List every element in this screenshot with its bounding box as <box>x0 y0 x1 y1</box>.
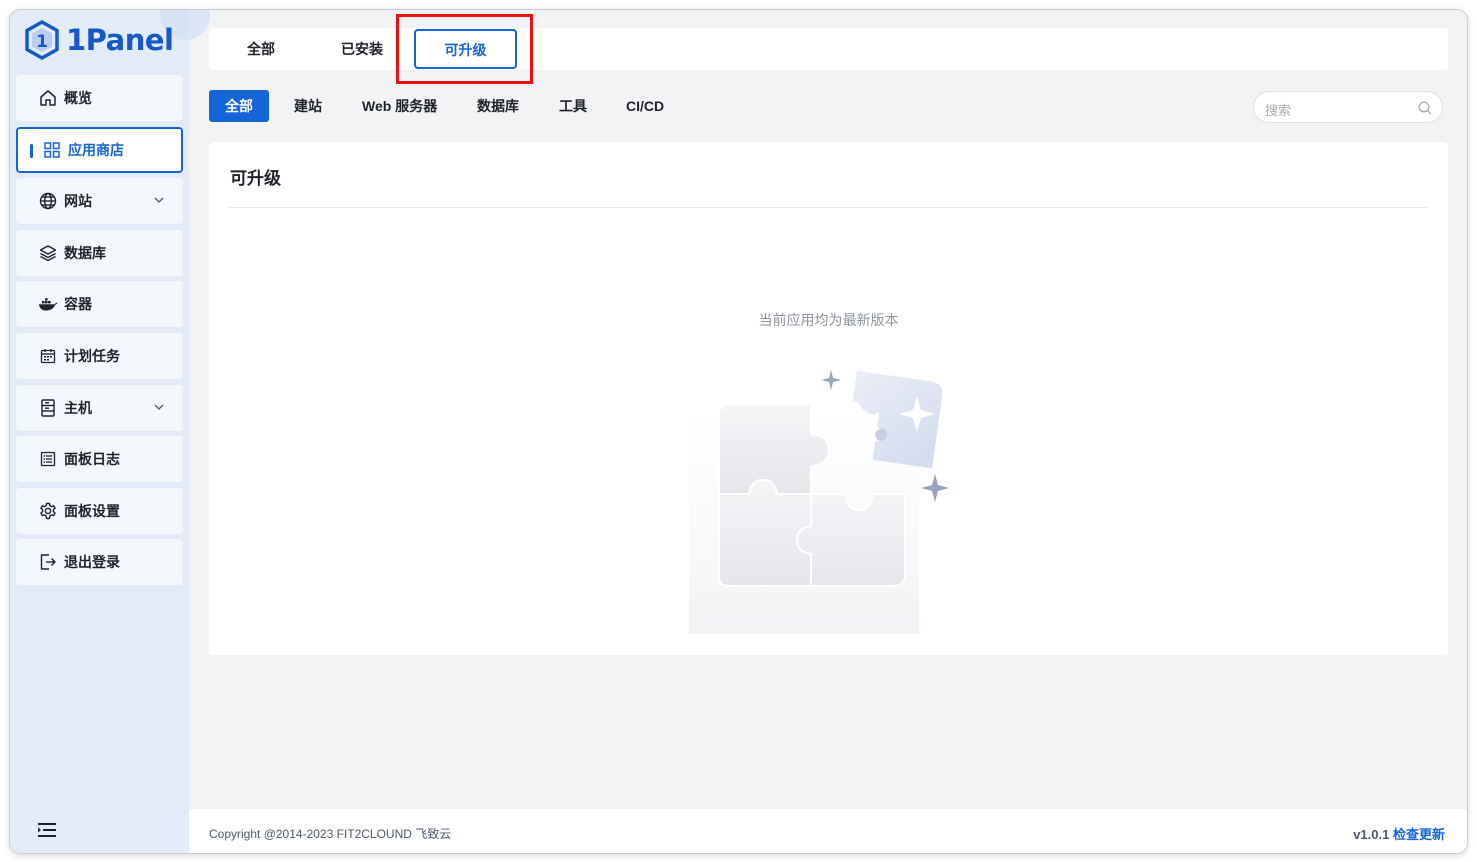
category-tab-cicd[interactable]: CI/CD <box>626 90 664 122</box>
sidebar-item-label: 容器 <box>64 296 92 313</box>
sidebar-item-label: 主机 <box>64 399 92 416</box>
category-tab-database[interactable]: 数据库 <box>477 90 519 122</box>
sidebar-item-logout[interactable]: 退出登录 <box>16 539 183 586</box>
globe-icon <box>38 191 58 211</box>
logout-icon <box>38 552 58 572</box>
sidebar-item-label: 数据库 <box>64 244 106 261</box>
sidebar-item-websites[interactable]: 网站 <box>16 178 183 225</box>
sidebar-item-label: 网站 <box>64 193 92 210</box>
sidebar-item-host[interactable]: 主机 <box>16 384 183 431</box>
category-tab-all[interactable]: 全部 <box>209 90 269 122</box>
version-info: v1.0.1 检查更新 <box>1353 824 1445 843</box>
sidebar: 1 1Panel 概览 应用商店 网站 数据库 容器 计划任务 主机 面板日志 … <box>10 10 210 853</box>
version-number: v1.0.1 <box>1353 827 1390 842</box>
category-tab-website[interactable]: 建站 <box>294 90 322 122</box>
tab-all[interactable]: 全部 <box>233 28 289 70</box>
docker-icon <box>38 294 58 314</box>
sidebar-item-label: 计划任务 <box>64 347 120 364</box>
log-icon <box>38 449 58 469</box>
sidebar-item-label: 退出登录 <box>64 554 120 571</box>
category-tab-tools[interactable]: 工具 <box>559 90 587 122</box>
category-tab-web-server[interactable]: Web 服务器 <box>362 90 437 122</box>
footer: Copyright @2014-2023 FIT2CLOUND 飞致云 v1.0… <box>189 808 1467 853</box>
sidebar-item-label: 面板日志 <box>64 451 120 468</box>
sidebar-item-label: 应用商店 <box>68 141 124 158</box>
layers-icon <box>38 243 58 263</box>
tab-installed[interactable]: 已安装 <box>331 28 393 70</box>
sidebar-item-label: 面板设置 <box>64 502 120 519</box>
sidebar-item-cron-jobs[interactable]: 计划任务 <box>16 332 183 379</box>
apps-grid-icon <box>42 140 62 160</box>
search-placeholder: 搜索 <box>1265 103 1292 118</box>
chevron-down-icon <box>153 193 165 209</box>
search-input[interactable]: 搜索 <box>1253 91 1443 123</box>
check-update-link[interactable]: 检查更新 <box>1393 827 1445 842</box>
calendar-icon <box>38 346 58 366</box>
sidebar-item-database[interactable]: 数据库 <box>16 229 183 276</box>
gear-icon <box>38 501 58 521</box>
sidebar-menu: 概览 应用商店 网站 数据库 容器 计划任务 主机 面板日志 面板设置 退出登录 <box>16 75 183 591</box>
logo[interactable]: 1 1Panel <box>24 20 174 60</box>
top-tab-bar: 全部 已安装 可升级 <box>209 28 1448 70</box>
sidebar-item-label: 概览 <box>64 90 92 106</box>
empty-state-text: 当前应用均为最新版本 <box>758 312 899 328</box>
app-window: 1 1Panel 概览 应用商店 网站 数据库 容器 计划任务 主机 面板日志 … <box>10 10 1467 853</box>
card-title: 可升级 <box>230 169 281 188</box>
highlight-annotation-box <box>396 14 533 84</box>
logo-hexagon-icon: 1 <box>25 20 59 60</box>
sidebar-item-overview[interactable]: 概览 <box>16 75 183 121</box>
upgradable-apps-card: 可升级 当前应用均为最新版本 <box>209 142 1448 655</box>
search-icon[interactable] <box>1418 101 1432 120</box>
sidebar-item-app-store[interactable]: 应用商店 <box>16 126 183 173</box>
menu-collapse-icon[interactable] <box>37 822 57 843</box>
home-icon <box>38 88 58 108</box>
copyright-text: Copyright @2014-2023 FIT2CLOUND 飞致云 <box>209 827 452 841</box>
brand-name: 1Panel <box>66 23 174 57</box>
puzzle-pieces-empty-icon <box>679 364 979 639</box>
chevron-down-icon <box>153 400 165 416</box>
divider <box>228 207 1428 208</box>
sidebar-item-panel-logs[interactable]: 面板日志 <box>16 436 183 483</box>
svg-text:1: 1 <box>36 32 48 52</box>
server-icon <box>38 398 58 418</box>
sidebar-item-panel-settings[interactable]: 面板设置 <box>16 487 183 534</box>
sidebar-item-containers[interactable]: 容器 <box>16 281 183 328</box>
